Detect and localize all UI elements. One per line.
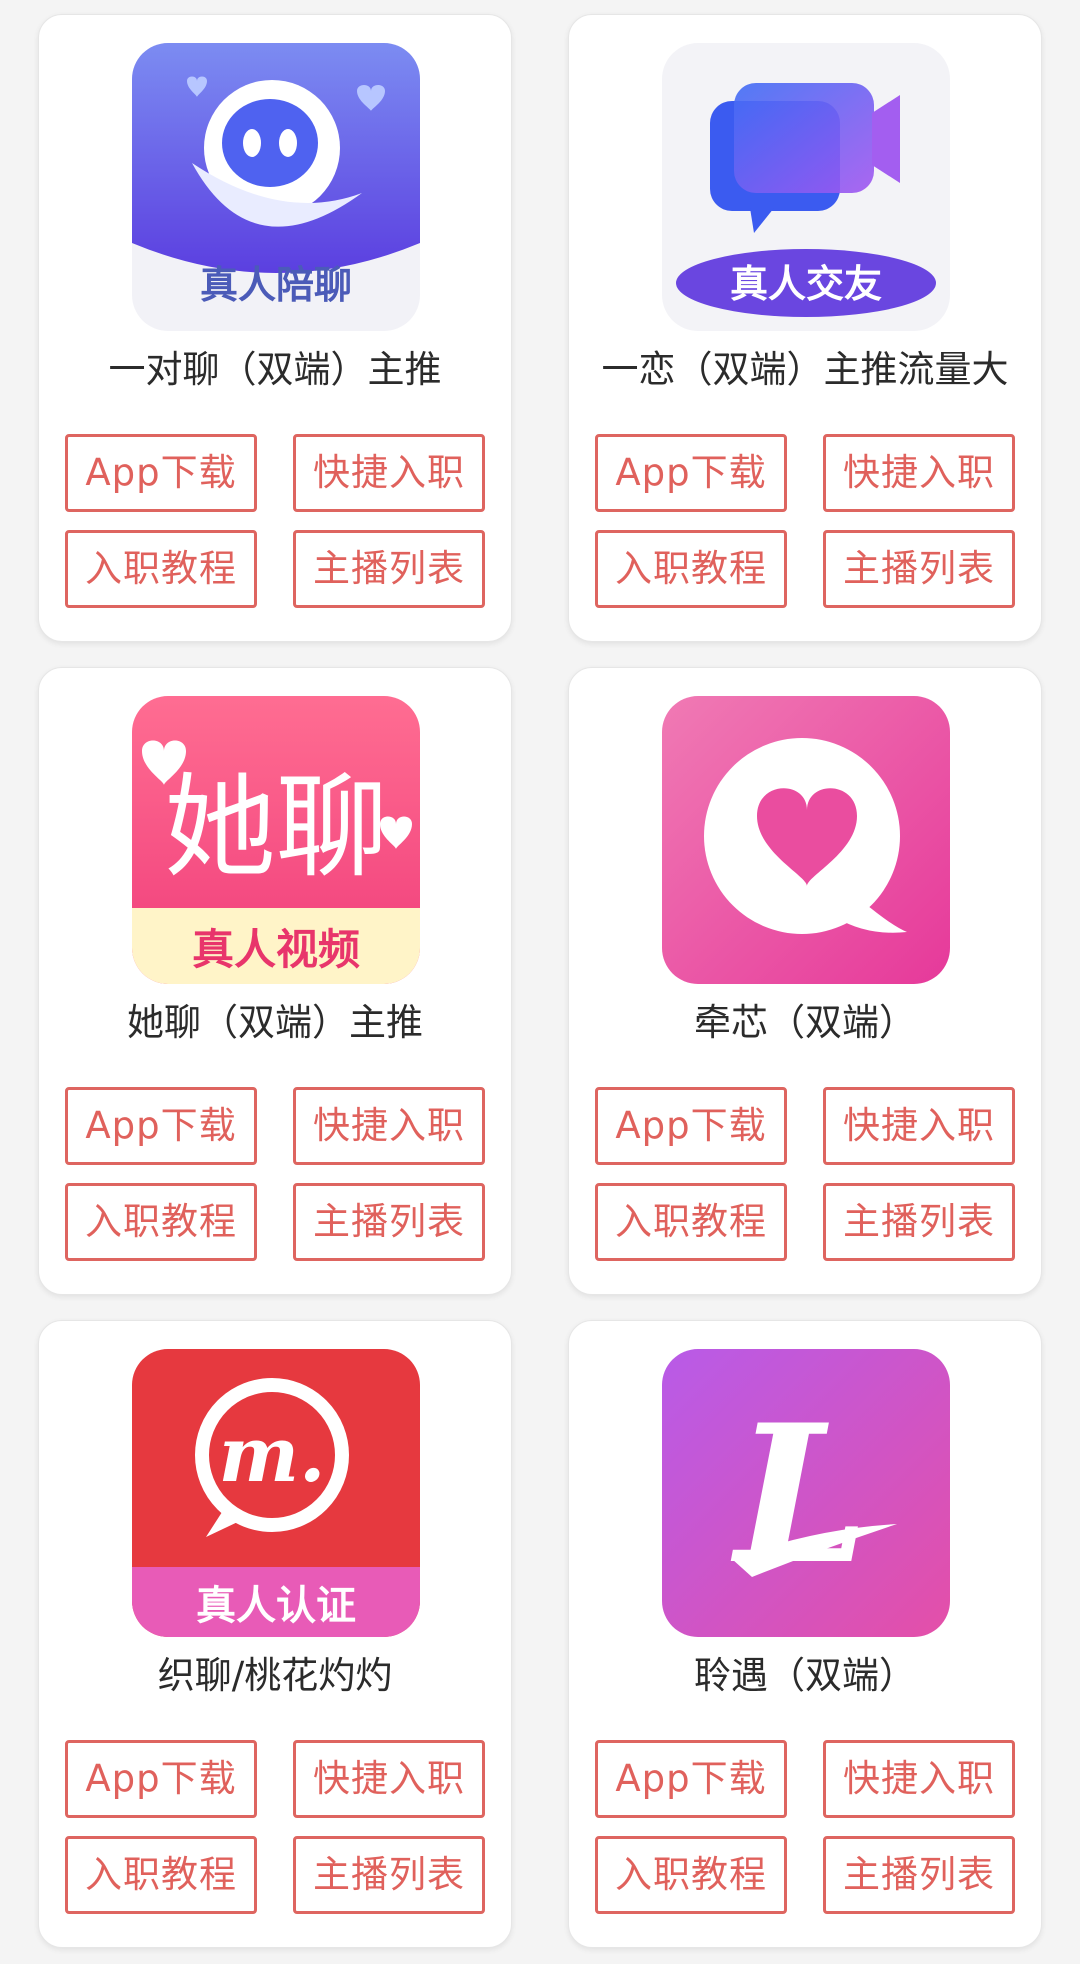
icon-badge-text: 真人交友 [730, 262, 882, 306]
tutorial-button[interactable]: 入职教程 [65, 1836, 257, 1914]
video-chat-app-icon[interactable]: 真人交友 [662, 43, 950, 331]
host-list-button[interactable]: 主播列表 [823, 530, 1015, 608]
heart-bubble-app-icon[interactable] [662, 696, 950, 984]
m-chat-app-icon[interactable]: m. 真人认证 [132, 1349, 420, 1637]
l-logo-app-icon[interactable]: L [662, 1349, 950, 1637]
host-list-button[interactable]: 主播列表 [823, 1836, 1015, 1914]
heart-chat-app-icon[interactable]: 她聊 真人视频 [132, 696, 420, 984]
tutorial-button[interactable]: 入职教程 [595, 530, 787, 608]
app-download-button[interactable]: App下载 [65, 434, 257, 512]
icon-badge-text: 真人陪聊 [200, 263, 352, 307]
quick-join-button[interactable]: 快捷入职 [293, 434, 485, 512]
app-name: 一对聊（双端）主推 [108, 348, 442, 391]
host-list-button[interactable]: 主播列表 [823, 1183, 1015, 1261]
app-card[interactable]: 真人交友 一恋（双端）主推流量大 App下载 快捷入职 入职教程 主播列表 [568, 14, 1042, 642]
icon-badge-text: 真人视频 [192, 925, 360, 974]
icon-badge-text: 真人认证 [196, 1583, 356, 1629]
quick-join-button[interactable]: 快捷入职 [823, 1740, 1015, 1818]
app-name: 她聊（双端）主推 [127, 1001, 423, 1044]
tutorial-button[interactable]: 入职教程 [65, 1183, 257, 1261]
app-download-button[interactable]: App下载 [65, 1740, 257, 1818]
app-name: 牵芯（双端） [694, 1001, 916, 1044]
app-card[interactable]: 她聊 真人视频 她聊（双端）主推 App下载 快捷入职 入职教程 主播列表 [38, 667, 512, 1295]
icon-logo-letter: m. [219, 1410, 326, 1499]
host-list-button[interactable]: 主播列表 [293, 1836, 485, 1914]
icon-logo-text: 她聊 [164, 763, 388, 893]
quick-join-button[interactable]: 快捷入职 [293, 1740, 485, 1818]
app-card[interactable]: 牵芯（双端） App下载 快捷入职 入职教程 主播列表 [568, 667, 1042, 1295]
app-download-button[interactable]: App下载 [595, 434, 787, 512]
app-name: 织聊/桃花灼灼 [157, 1654, 393, 1697]
chat-app-icon[interactable]: 真人陪聊 [132, 43, 420, 331]
app-card[interactable]: m. 真人认证 织聊/桃花灼灼 App下载 快捷入职 入职教程 主播列表 [38, 1320, 512, 1948]
quick-join-button[interactable]: 快捷入职 [293, 1087, 485, 1165]
app-name: 一恋（双端）主推流量大 [601, 348, 1009, 391]
tutorial-button[interactable]: 入职教程 [65, 530, 257, 608]
quick-join-button[interactable]: 快捷入职 [823, 434, 1015, 512]
app-card[interactable]: L 聆遇（双端） App下载 快捷入职 入职教程 主播列表 [568, 1320, 1042, 1948]
app-name: 聆遇（双端） [694, 1654, 916, 1697]
tutorial-button[interactable]: 入职教程 [595, 1836, 787, 1914]
host-list-button[interactable]: 主播列表 [293, 530, 485, 608]
app-download-button[interactable]: App下载 [65, 1087, 257, 1165]
quick-join-button[interactable]: 快捷入职 [823, 1087, 1015, 1165]
app-card[interactable]: 真人陪聊 一对聊（双端）主推 App下载 快捷入职 入职教程 主播列表 [38, 14, 512, 642]
app-download-button[interactable]: App下载 [595, 1087, 787, 1165]
app-download-button[interactable]: App下载 [595, 1740, 787, 1818]
host-list-button[interactable]: 主播列表 [293, 1183, 485, 1261]
tutorial-button[interactable]: 入职教程 [595, 1183, 787, 1261]
